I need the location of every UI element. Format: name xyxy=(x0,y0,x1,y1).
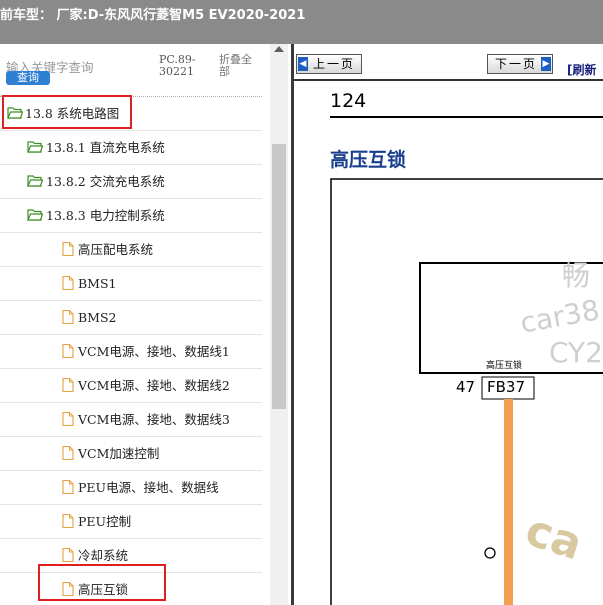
folder-open-icon xyxy=(27,175,43,187)
tree-item-file[interactable]: BMS2 xyxy=(0,301,262,335)
tree-item-file[interactable]: PEU控制 xyxy=(0,505,262,539)
document-icon xyxy=(62,514,74,528)
tree-item-file-selected[interactable]: 高压互锁 xyxy=(0,573,262,605)
tree-item-label: PEU控制 xyxy=(78,514,132,529)
tree-item-13-8-1[interactable]: 13.8.1 直流充电系统 xyxy=(0,131,262,165)
document-icon xyxy=(62,276,74,290)
pin-number: 47 xyxy=(456,378,476,396)
tree-item-label: VCM加速控制 xyxy=(78,446,160,461)
tree-item-label: 13.8.1 直流充电系统 xyxy=(46,140,165,155)
tree-item-file[interactable]: VCM电源、接地、数据线2 xyxy=(0,369,262,403)
connector-code: FB37 xyxy=(487,378,526,396)
document-icon xyxy=(62,548,74,562)
tree-item-label: VCM电源、接地、数据线2 xyxy=(78,378,230,393)
tree-item-label: 高压互锁 xyxy=(78,582,129,597)
tree-item-file[interactable]: VCM电源、接地、数据线3 xyxy=(0,403,262,437)
tree-item-label: PEU电源、接地、数据线 xyxy=(78,480,219,495)
orange-wire xyxy=(504,399,513,605)
tree-item-label: VCM电源、接地、数据线3 xyxy=(78,412,230,427)
tree-item-file[interactable]: BMS1 xyxy=(0,267,262,301)
tree-item-13-8-3[interactable]: 13.8.3 电力控制系统 xyxy=(0,199,262,233)
document-icon xyxy=(62,378,74,392)
component-label: 高压互锁 xyxy=(486,361,523,371)
window-title-bar: 前车型： 厂家:D-东风风行菱智M5 EV2020-2021 xyxy=(0,0,603,44)
tree-item-13-8[interactable]: 13.8 系统电路图 xyxy=(0,97,262,131)
scroll-up-arrow-icon[interactable] xyxy=(274,46,284,52)
folder-open-icon xyxy=(7,107,23,119)
folder-open-icon xyxy=(27,141,43,153)
folder-open-icon xyxy=(27,209,43,221)
tree-item-file[interactable]: VCM电源、接地、数据线1 xyxy=(0,335,262,369)
document-icon xyxy=(62,582,74,596)
window-title: 前车型： 厂家:D-东风风行菱智M5 EV2020-2021 xyxy=(0,8,306,23)
document-icon xyxy=(62,412,74,426)
tree-item-label: 高压配电系统 xyxy=(78,242,154,257)
tree-item-file[interactable]: VCM加速控制 xyxy=(0,437,262,471)
document-icon xyxy=(62,446,74,460)
terminal-circle xyxy=(484,547,496,559)
watermark: CY2 xyxy=(549,336,603,369)
tree-item-file[interactable]: 高压配电系统 xyxy=(0,233,262,267)
search-button[interactable]: 查询 xyxy=(6,71,50,85)
tree-item-label: 冷却系统 xyxy=(78,548,129,563)
scroll-thumb[interactable] xyxy=(272,144,286,409)
tree-item-label: VCM电源、接地、数据线1 xyxy=(78,344,230,359)
tree-item-13-8-2[interactable]: 13.8.2 交流充电系统 xyxy=(0,165,262,199)
sidebar: 输入关键字查询 查询 PC.89- 30221 折叠全部 13.8 系统电路图 … xyxy=(0,44,292,605)
tree-item-file[interactable]: PEU电源、接地、数据线 xyxy=(0,471,262,505)
tree-item-label: 13.8.3 电力控制系统 xyxy=(46,208,165,223)
tree-item-file[interactable]: 冷却系统 xyxy=(0,539,262,573)
document-icon xyxy=(62,310,74,324)
collapse-all-button[interactable]: 折叠全部 xyxy=(219,54,261,78)
document-viewer: ◀ 上一页 下一页 ▶ [刷新 124 高压互锁 高压互锁 FB37 47 畅 … xyxy=(294,44,603,605)
sidebar-scrollbar[interactable] xyxy=(270,44,288,605)
tree-item-label: BMS1 xyxy=(78,276,117,291)
document-icon xyxy=(62,480,74,494)
tree-item-label: 13.8.2 交流充电系统 xyxy=(46,174,165,189)
watermark: 畅 xyxy=(562,259,591,292)
tree-item-label: BMS2 xyxy=(78,310,117,325)
tree-item-label: 13.8 系统电路图 xyxy=(25,106,120,121)
document-code-line2: 30221 xyxy=(159,65,194,78)
document-code: PC.89- 30221 xyxy=(159,54,196,78)
document-icon xyxy=(62,242,74,256)
document-icon xyxy=(62,344,74,358)
